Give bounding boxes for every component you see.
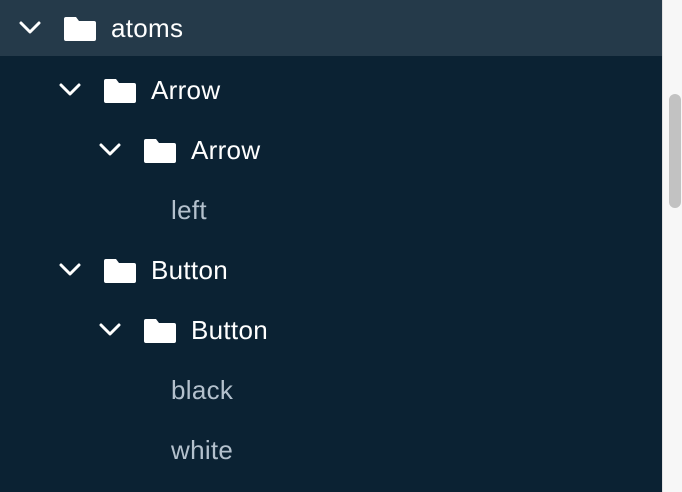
vertical-scrollbar[interactable] [662,0,682,492]
tree-node-button-group[interactable]: Button [0,240,662,300]
tree-node-atoms[interactable]: atoms [0,0,662,56]
tree-node-arrow-group[interactable]: Arrow [0,60,662,120]
folder-icon [143,316,177,344]
chevron-down-icon[interactable] [58,258,82,282]
story-tree-panel: atoms Arrow Arrow left Button Button bla… [0,0,682,492]
folder-icon [103,76,137,104]
chevron-down-icon[interactable] [98,138,122,162]
folder-icon [143,136,177,164]
tree-node-label: Button [151,255,228,285]
tree-node-label: Button [191,315,268,345]
tree-node-label: atoms [111,13,184,43]
tree-story-white[interactable]: white [0,420,662,480]
tree-story-black[interactable]: black [0,360,662,420]
scrollbar-thumb[interactable] [669,94,681,208]
chevron-down-icon[interactable] [98,318,122,342]
tree-story-left[interactable]: left [0,180,662,240]
chevron-down-icon[interactable] [18,16,42,40]
tree-node-label: Arrow [191,135,261,165]
chevron-down-icon[interactable] [58,78,82,102]
tree-node-label: Arrow [151,75,221,105]
tree-node-arrow-component[interactable]: Arrow [0,120,662,180]
tree-story-label: white [171,435,234,465]
tree-view: atoms Arrow Arrow left Button Button bla… [0,0,662,492]
tree-story-label: left [171,195,207,225]
folder-icon [63,14,97,42]
tree-node-button-component[interactable]: Button [0,300,662,360]
tree-story-label: black [171,375,234,405]
folder-icon [103,256,137,284]
